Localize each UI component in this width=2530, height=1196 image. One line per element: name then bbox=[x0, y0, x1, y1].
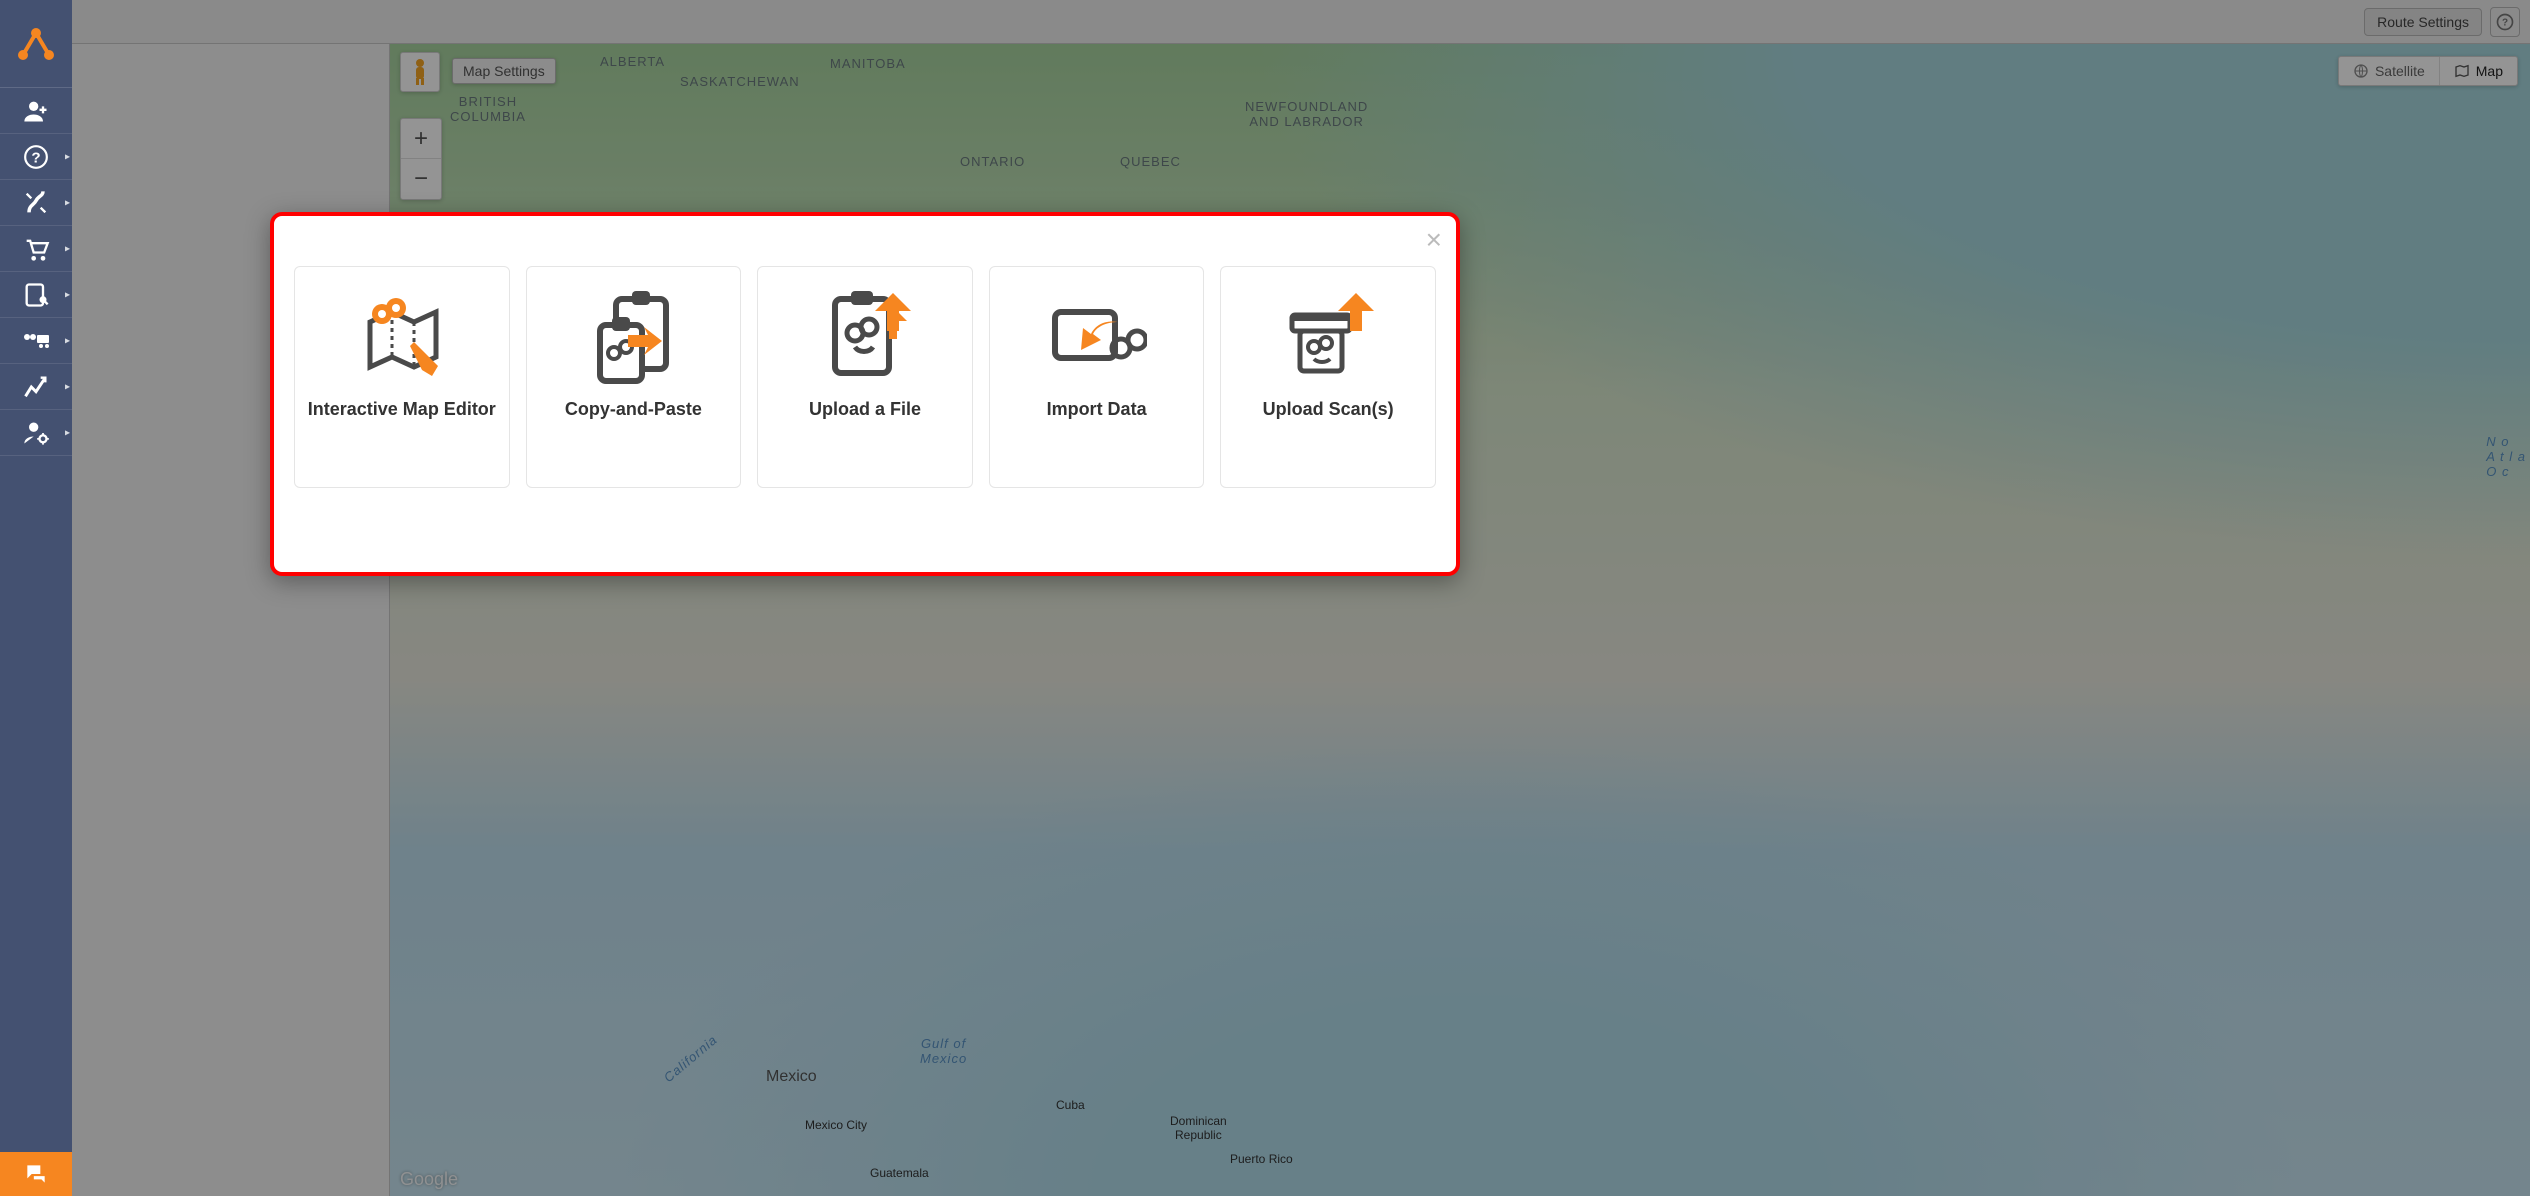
main-area: Route Settings ? ALBERTA BRITISH COLUMBI… bbox=[72, 0, 2530, 1196]
sidebar-item-routes[interactable]: ▸ bbox=[0, 180, 72, 226]
sidebar-item-help[interactable]: ? ▸ bbox=[0, 134, 72, 180]
routes-icon bbox=[22, 189, 50, 217]
chevron-right-icon: ▸ bbox=[65, 335, 70, 346]
chevron-right-icon: ▸ bbox=[65, 289, 70, 300]
question-circle-icon: ? bbox=[23, 144, 49, 170]
sidebar-item-settings[interactable]: ▸ bbox=[0, 410, 72, 456]
user-gear-icon bbox=[22, 419, 50, 447]
route-logo-icon bbox=[15, 23, 57, 65]
svg-text:?: ? bbox=[31, 149, 40, 166]
sidebar-item-analytics[interactable]: ▸ bbox=[0, 364, 72, 410]
card-title: Upload Scan(s) bbox=[1263, 399, 1394, 420]
modal-close-button[interactable]: × bbox=[1426, 226, 1442, 254]
sidebar-item-orders[interactable]: ▸ bbox=[0, 226, 72, 272]
sidebar: ? ▸ ▸ ▸ ▸ ▸ ▸ ▸ bbox=[0, 0, 72, 1196]
sidebar-item-add-user[interactable] bbox=[0, 88, 72, 134]
modal-card-row: Interactive Map Editor Copy-and-Paste bbox=[294, 266, 1436, 488]
card-upload-scans[interactable]: Upload Scan(s) bbox=[1220, 266, 1436, 488]
card-copy-and-paste[interactable]: Copy-and-Paste bbox=[526, 266, 742, 488]
card-title: Import Data bbox=[1047, 399, 1147, 420]
sidebar-item-addressbook[interactable]: ▸ bbox=[0, 272, 72, 318]
sidebar-chat-button[interactable] bbox=[0, 1152, 72, 1196]
modal-overlay[interactable] bbox=[72, 0, 2530, 1196]
chart-up-icon bbox=[22, 373, 50, 401]
card-import-data[interactable]: Import Data bbox=[989, 266, 1205, 488]
sidebar-item-team[interactable]: ▸ bbox=[0, 318, 72, 364]
chevron-right-icon: ▸ bbox=[65, 381, 70, 392]
user-plus-icon bbox=[22, 97, 50, 125]
team-truck-icon bbox=[21, 328, 51, 354]
route-source-modal: × Interactive Map Editor bbox=[270, 212, 1460, 576]
chevron-right-icon: ▸ bbox=[65, 197, 70, 208]
card-title: Upload a File bbox=[809, 399, 921, 420]
card-title: Copy-and-Paste bbox=[565, 399, 702, 420]
upload-file-icon bbox=[815, 287, 915, 387]
chevron-right-icon: ▸ bbox=[65, 151, 70, 162]
cart-icon bbox=[22, 235, 50, 263]
app-logo[interactable] bbox=[0, 0, 72, 88]
chevron-right-icon: ▸ bbox=[65, 427, 70, 438]
upload-scan-icon bbox=[1278, 287, 1378, 387]
chevron-right-icon: ▸ bbox=[65, 243, 70, 254]
map-editor-icon bbox=[352, 292, 452, 382]
card-title: Interactive Map Editor bbox=[308, 399, 496, 420]
card-upload-file[interactable]: Upload a File bbox=[757, 266, 973, 488]
card-interactive-map-editor[interactable]: Interactive Map Editor bbox=[294, 266, 510, 488]
addressbook-icon bbox=[22, 281, 50, 309]
chat-icon bbox=[23, 1161, 49, 1187]
clipboard-copy-icon bbox=[588, 287, 678, 387]
import-data-icon bbox=[1047, 292, 1147, 382]
